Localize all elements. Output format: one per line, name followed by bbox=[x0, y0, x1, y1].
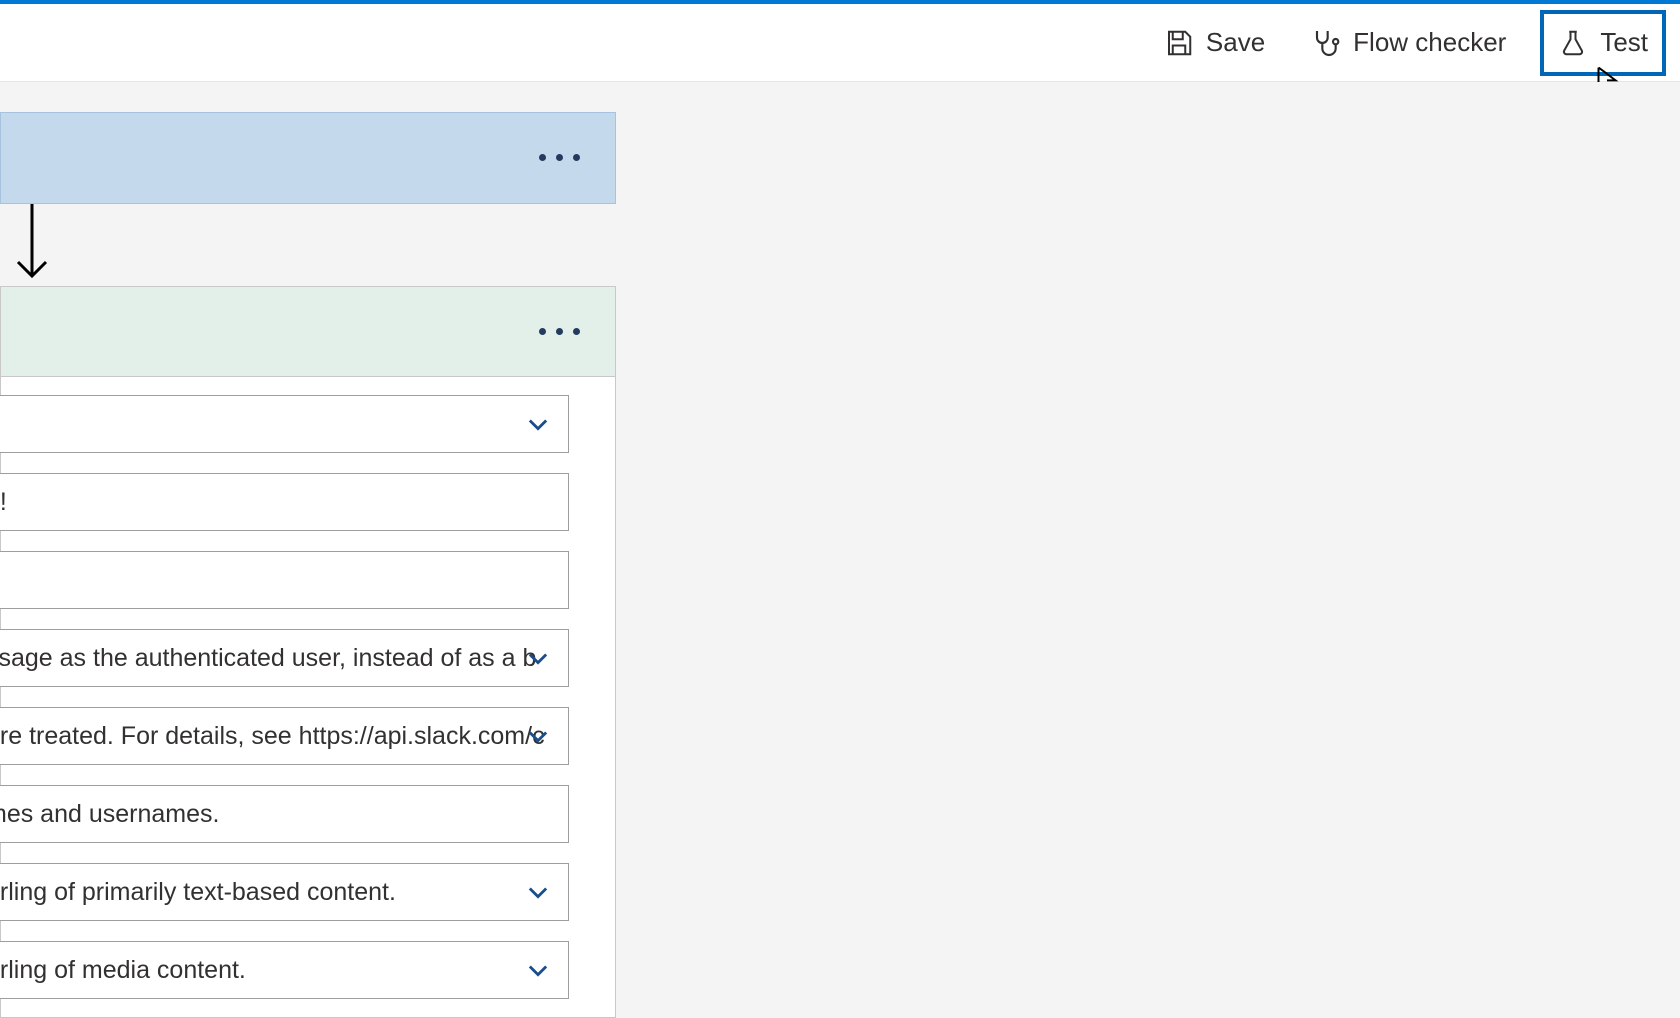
top-toolbar: Save Flow checker Test bbox=[0, 4, 1680, 82]
unfurl-links-select[interactable]: urling of primarily text-based content. bbox=[0, 863, 569, 921]
action-card-header[interactable] bbox=[1, 287, 615, 377]
dot-icon bbox=[556, 328, 563, 335]
field-text: urling of media content. bbox=[0, 956, 246, 985]
chevron-down-icon bbox=[522, 876, 554, 908]
field-text: urling of primarily text-based content. bbox=[0, 878, 396, 907]
post-as-user-select[interactable]: ssage as the authenticated user, instead… bbox=[0, 629, 569, 687]
flow-checker-label: Flow checker bbox=[1353, 27, 1506, 58]
parse-mode-select[interactable]: are treated. For details, see https://ap… bbox=[0, 707, 569, 765]
field-text: are treated. For details, see https://ap… bbox=[0, 722, 545, 751]
bot-name-input[interactable] bbox=[0, 551, 569, 609]
dot-icon bbox=[556, 154, 563, 161]
channel-select[interactable] bbox=[0, 395, 569, 453]
field-text: e! bbox=[0, 488, 7, 517]
message-text-input[interactable]: e! bbox=[0, 473, 569, 531]
save-button[interactable]: Save bbox=[1154, 14, 1275, 72]
flask-icon bbox=[1558, 28, 1588, 58]
action-card[interactable]: e! ssage as the authenticated user, inst… bbox=[0, 286, 616, 1018]
unfurl-media-select[interactable]: urling of media content. bbox=[0, 941, 569, 999]
trigger-more-button[interactable] bbox=[527, 135, 591, 179]
test-button[interactable]: Test bbox=[1540, 10, 1666, 76]
chevron-down-icon bbox=[522, 642, 554, 674]
dot-icon bbox=[573, 328, 580, 335]
flow-arrow-icon bbox=[12, 204, 52, 286]
link-names-input[interactable]: mes and usernames. bbox=[0, 785, 569, 843]
dot-icon bbox=[539, 328, 546, 335]
action-more-button[interactable] bbox=[527, 309, 591, 353]
dot-icon bbox=[539, 154, 546, 161]
flow-canvas: e! ssage as the authenticated user, inst… bbox=[0, 82, 1680, 945]
field-text: mes and usernames. bbox=[0, 800, 219, 829]
save-icon bbox=[1164, 28, 1194, 58]
flow-checker-button[interactable]: Flow checker bbox=[1299, 14, 1516, 72]
test-label: Test bbox=[1600, 27, 1648, 58]
dot-icon bbox=[573, 154, 580, 161]
trigger-card[interactable] bbox=[0, 112, 616, 204]
chevron-down-icon bbox=[522, 408, 554, 440]
chevron-down-icon bbox=[522, 720, 554, 752]
action-fields: e! ssage as the authenticated user, inst… bbox=[1, 377, 615, 1017]
chevron-down-icon bbox=[522, 954, 554, 986]
stethoscope-icon bbox=[1309, 27, 1341, 59]
field-text: ssage as the authenticated user, instead… bbox=[0, 644, 536, 673]
save-label: Save bbox=[1206, 27, 1265, 58]
